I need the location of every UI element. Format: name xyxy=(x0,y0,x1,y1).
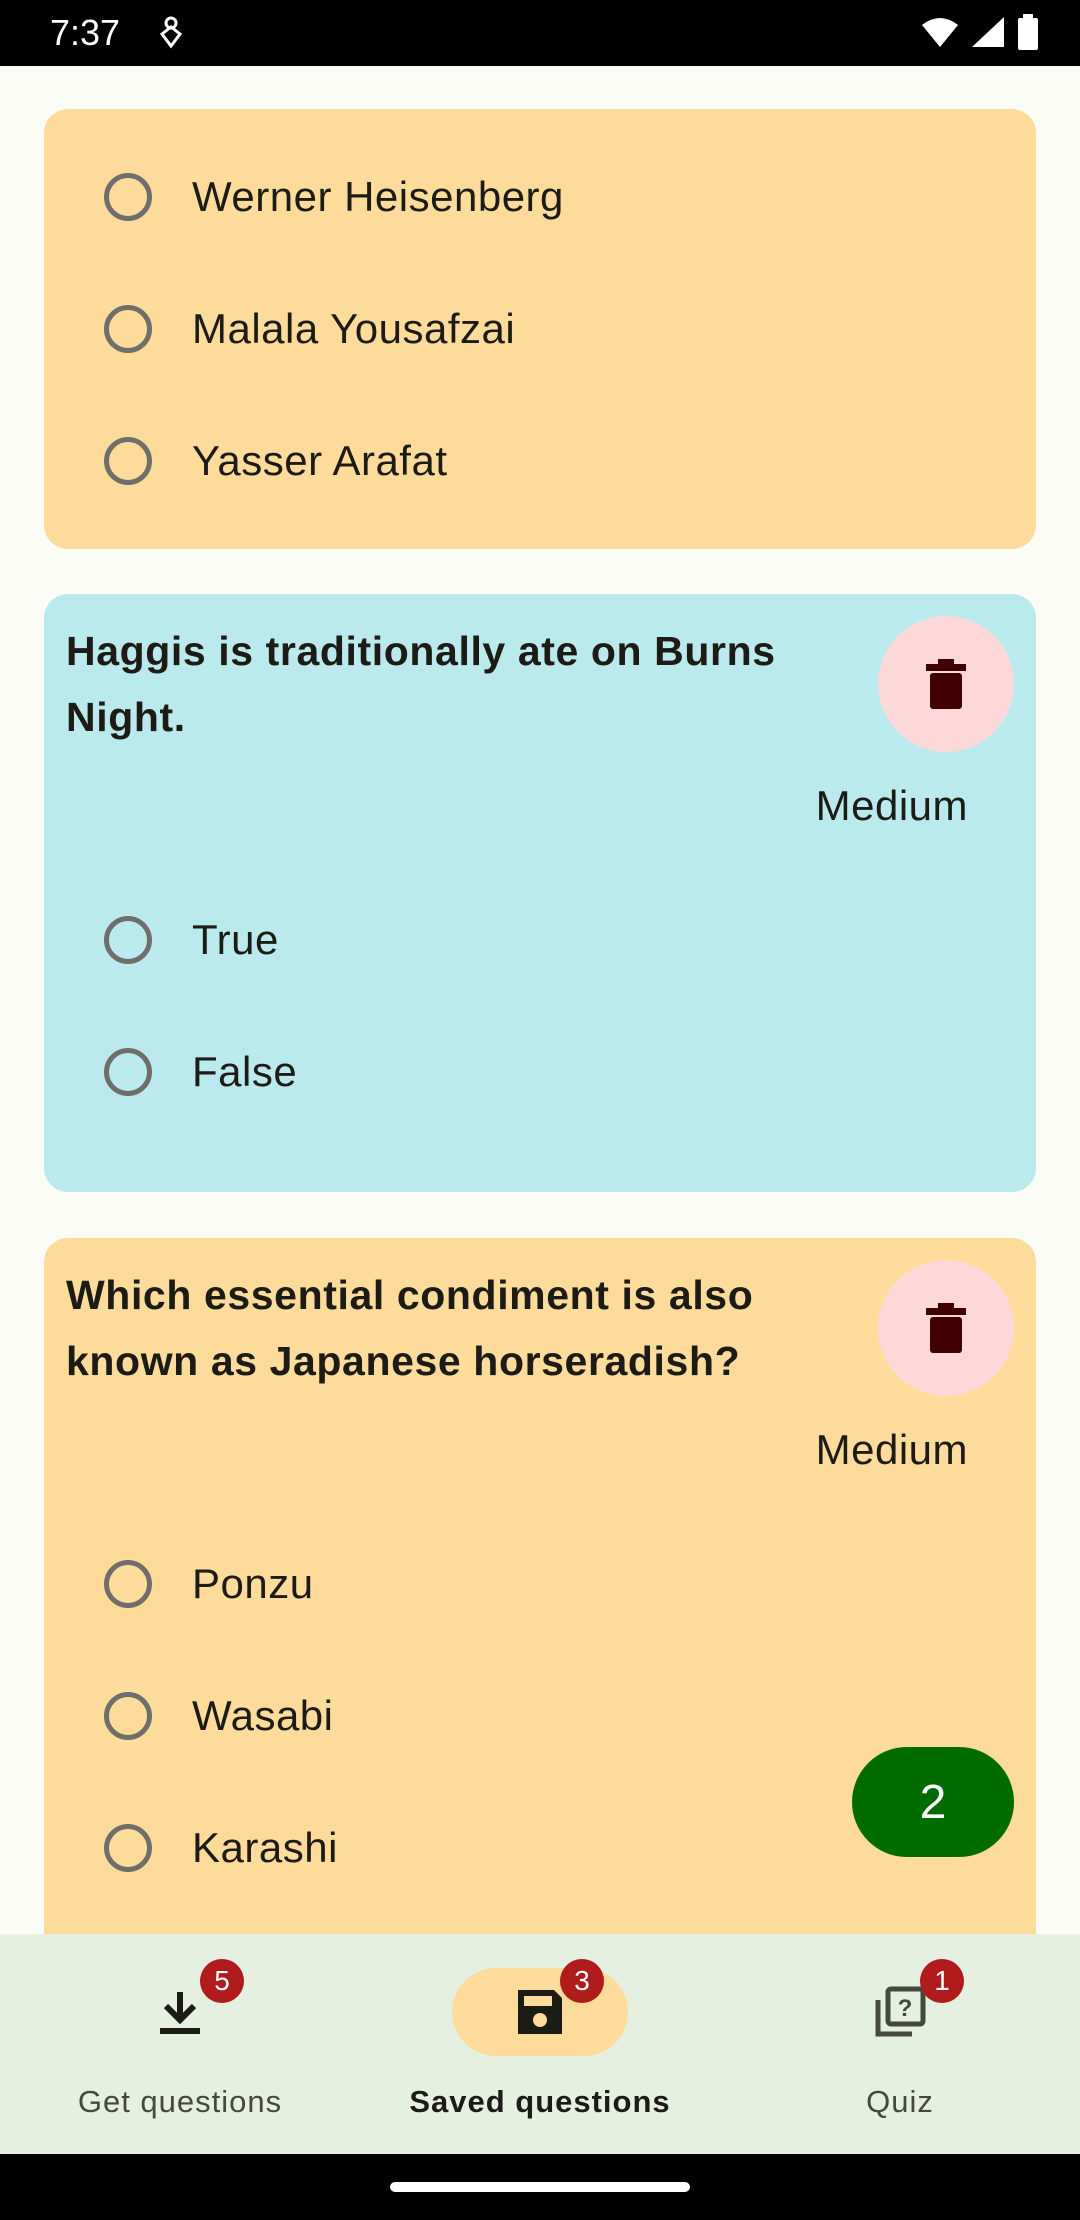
delete-button[interactable] xyxy=(878,616,1014,752)
answer-label: Yasser Arafat xyxy=(192,437,448,484)
question-card: Haggis is traditionally ate on Burns Nig… xyxy=(44,594,1036,1192)
quiz-icon: ? xyxy=(875,1986,926,2037)
difficulty-label: Medium xyxy=(815,782,968,829)
svg-text:?: ? xyxy=(898,1995,913,2022)
nav-item-saved-questions[interactable]: 3 Saved questions xyxy=(360,1934,720,2154)
badge-count: 3 xyxy=(560,1959,604,2003)
question-card: Werner Heisenberg Malala Yousafzai Yasse… xyxy=(44,109,1036,549)
nav-item-quiz[interactable]: ? 1 Quiz xyxy=(720,1934,1080,2154)
bottom-navigation: 5 Get questions 3 Saved questions ? 1 Qu… xyxy=(0,1934,1080,2154)
home-handle[interactable] xyxy=(390,2182,690,2192)
nav-icon-container: 5 xyxy=(92,1959,268,2056)
answer-option[interactable]: Wasabi xyxy=(104,1676,334,1756)
nav-label: Get questions xyxy=(77,2084,283,2119)
save-icon xyxy=(518,1990,562,2034)
radio-button[interactable] xyxy=(104,1824,152,1872)
answer-label: Karashi xyxy=(192,1824,338,1871)
nav-item-get-questions[interactable]: 5 Get questions xyxy=(0,1934,360,2154)
signal-icon xyxy=(970,15,1006,54)
badge-count: 1 xyxy=(920,1959,964,2003)
radio-button[interactable] xyxy=(104,1048,152,1096)
status-bar: 7:37 xyxy=(0,0,1080,66)
answer-option[interactable]: Yasser Arafat xyxy=(104,421,448,501)
delete-button[interactable] xyxy=(878,1260,1014,1396)
score-fab[interactable]: 2 xyxy=(852,1747,1014,1857)
answer-label: Wasabi xyxy=(192,1692,334,1739)
answer-label: False xyxy=(192,1048,298,1095)
radio-button[interactable] xyxy=(104,916,152,964)
answer-option[interactable]: True xyxy=(104,900,279,980)
nav-icon-container: 3 xyxy=(452,1959,628,2056)
difficulty-label: Medium xyxy=(815,1426,968,1473)
radio-button[interactable] xyxy=(104,1560,152,1608)
answer-option[interactable]: Malala Yousafzai xyxy=(104,289,515,369)
radio-button[interactable] xyxy=(104,437,152,485)
trash-icon xyxy=(926,659,966,709)
answer-label: Ponzu xyxy=(192,1560,314,1607)
trash-icon xyxy=(926,1303,966,1353)
nav-label: Quiz xyxy=(866,2084,934,2119)
answer-option[interactable]: Karashi xyxy=(104,1808,338,1888)
radio-button[interactable] xyxy=(104,173,152,221)
download-icon xyxy=(160,1992,200,2034)
system-gesture-bar xyxy=(0,2154,1080,2220)
wifi-icon xyxy=(920,15,960,54)
status-time: 7:37 xyxy=(50,12,121,53)
answer-label: True xyxy=(192,916,279,963)
nav-icon-container: ? 1 xyxy=(812,1959,988,2056)
badge-count: 5 xyxy=(200,1959,244,2003)
saved-questions-list[interactable]: Werner Heisenberg Malala Yousafzai Yasse… xyxy=(0,66,1080,1934)
notification-icon xyxy=(158,16,184,55)
radio-button[interactable] xyxy=(104,305,152,353)
nav-label: Saved questions xyxy=(409,2084,671,2119)
battery-icon xyxy=(1016,14,1040,55)
answer-option[interactable]: False xyxy=(104,1032,297,1112)
answer-label: Malala Yousafzai xyxy=(192,305,516,352)
answer-option[interactable]: Ponzu xyxy=(104,1544,314,1624)
answer-label: Werner Heisenberg xyxy=(192,173,564,220)
question-text: Haggis is traditionally ate on Burns Nig… xyxy=(66,628,776,740)
question-text: Which essential condiment is also known … xyxy=(66,1272,754,1384)
radio-button[interactable] xyxy=(104,1692,152,1740)
answer-option[interactable]: Werner Heisenberg xyxy=(104,157,564,237)
